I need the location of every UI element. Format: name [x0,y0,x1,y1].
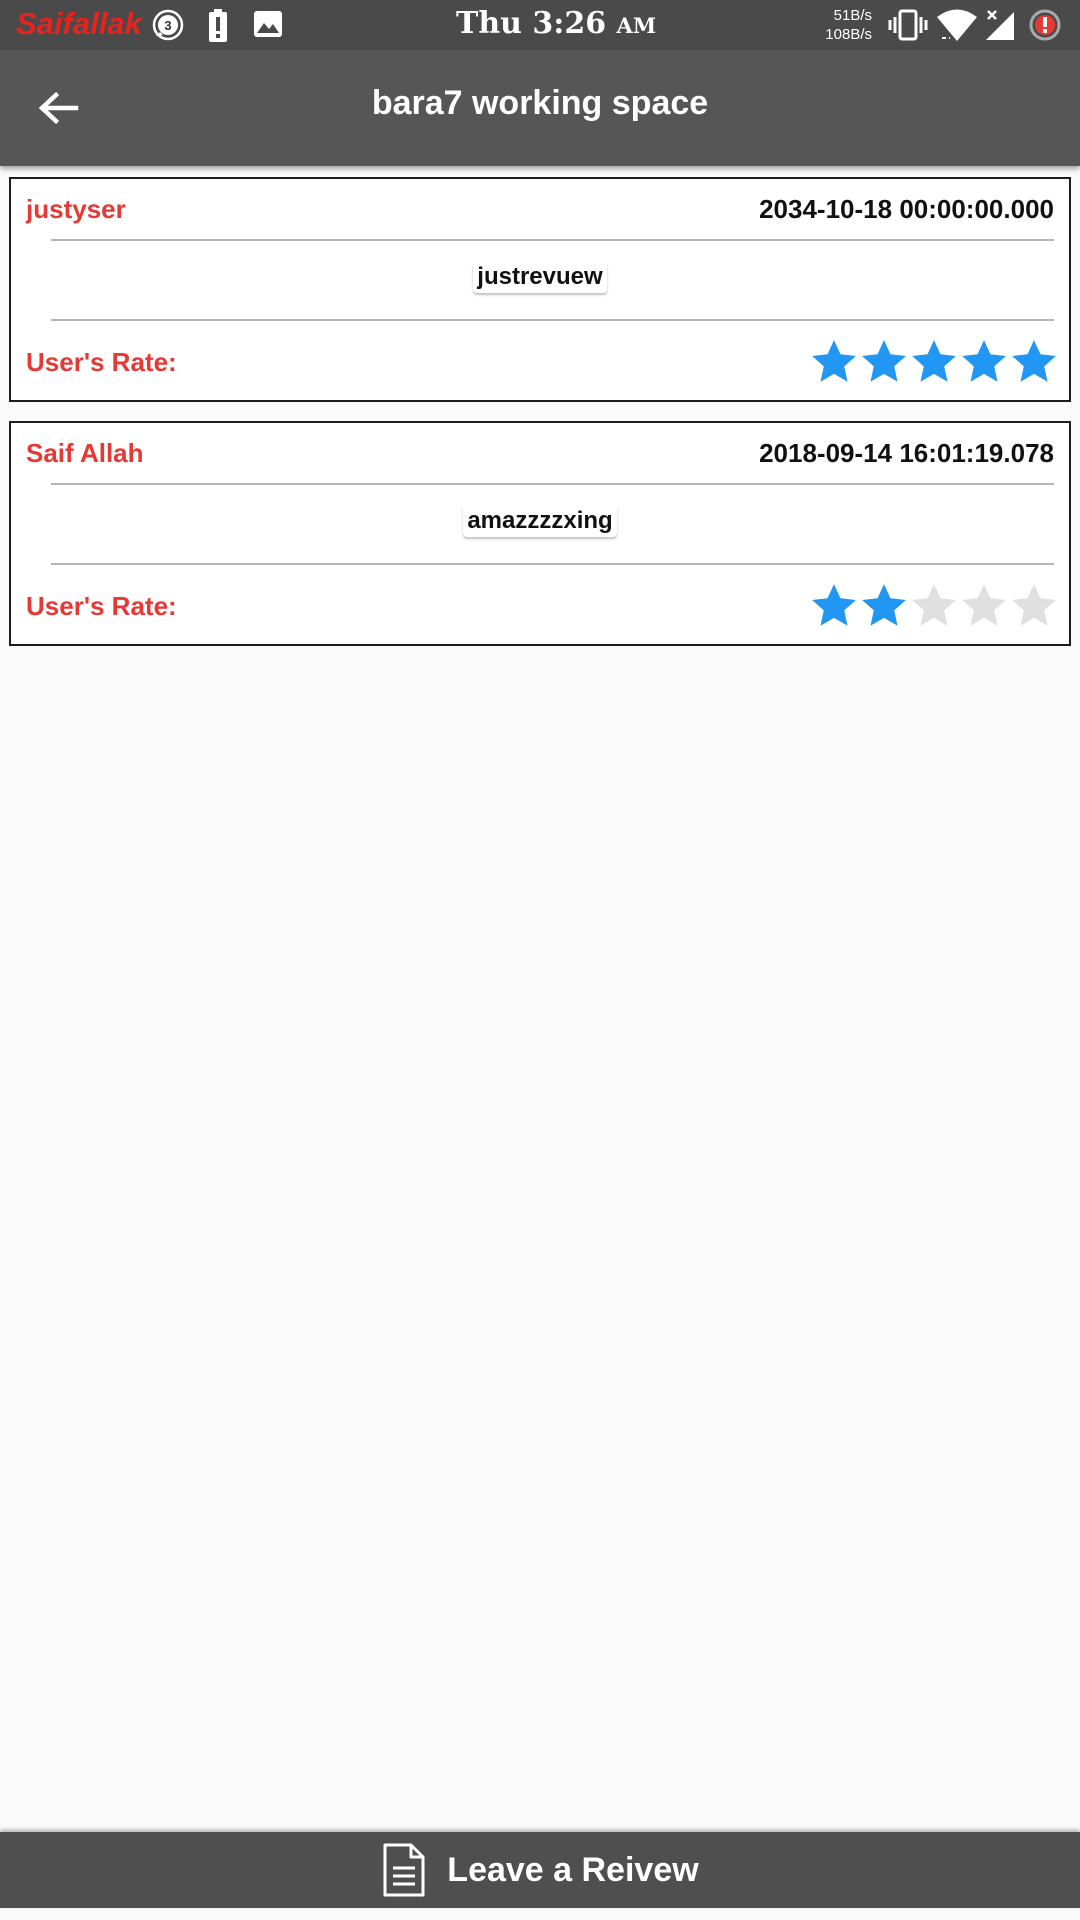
star-filled-icon [912,340,956,382]
star-rating [809,581,1059,631]
rate-label: User's Rate: [26,591,177,621]
divider [51,563,1054,565]
network-speed: 51B/s 108B/s [822,6,872,44]
review-date: 2034-10-18 00:00:00.000 [759,194,1054,224]
star-empty-icon [1012,584,1056,626]
chat-bubble-icon: 3 [150,8,186,49]
star-rating [809,337,1059,387]
star-empty-icon [962,584,1006,626]
clock-ampm: AM [616,13,657,38]
star-filled-icon [812,340,856,382]
carrier-brand: Saifallak [16,6,142,41]
review-card: justyser 2034-10-18 00:00:00.000 justrev… [9,177,1071,402]
notification-count: 3 [164,18,171,33]
reviewer-name: Saif Allah [26,438,144,468]
review-card: Saif Allah 2018-09-14 16:01:19.078 amazz… [9,421,1071,646]
net-up-speed: 51B/s [833,7,872,24]
vibrate-icon [888,8,928,47]
review-list: justyser 2034-10-18 00:00:00.000 justrev… [9,177,1071,665]
review-date: 2018-09-14 16:01:19.078 [759,438,1054,468]
leave-review-button[interactable]: Leave a Reivew [0,1832,1080,1908]
divider [51,483,1054,485]
star-empty-icon [912,584,956,626]
review-text: amazzzzxing [463,505,616,537]
rate-label: User's Rate: [26,347,177,377]
divider [51,319,1054,321]
app-bar: bara7 working space [0,50,1080,166]
battery-alert-icon [206,8,230,49]
review-text: justrevuew [473,261,606,293]
clock-time: Thu 3:26 [456,6,607,41]
review-text-wrap: amazzzzxing [11,505,1069,537]
signal-icon [984,8,1016,47]
alert-icon [1028,8,1062,47]
leave-review-label: Leave a Reivew [447,1850,699,1889]
clock: Thu 3:26 AM [456,6,656,41]
divider [51,239,1054,241]
wifi-icon [936,8,978,47]
net-down-speed: 108B/s [825,26,872,43]
star-filled-icon [812,584,856,626]
star-filled-icon [1012,340,1056,382]
page-title: bara7 working space [371,84,709,122]
review-text-wrap: justrevuew [11,261,1069,293]
star-filled-icon [962,340,1006,382]
document-icon [383,1843,425,1897]
star-filled-icon [862,340,906,382]
status-bar: Saifallak 3 Thu 3:26 AM 51B/s 108B/s [0,0,1080,50]
star-filled-icon [862,584,906,626]
image-icon [252,8,284,45]
reviewer-name: justyser [26,194,126,224]
